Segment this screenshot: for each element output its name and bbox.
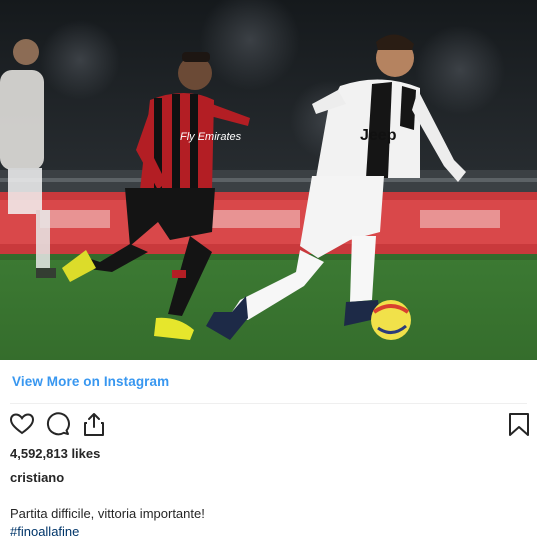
comment-icon[interactable] [45,411,71,437]
share-icon[interactable] [81,411,107,437]
post-photo[interactable]: Fly Emirates Jeep [0,0,537,360]
hashtag-link[interactable]: #finoallafine [10,524,79,539]
juventus-sponsor-text: Jeep [360,127,397,144]
divider [10,403,527,404]
match-photo-illustration: Fly Emirates Jeep [0,0,537,360]
milan-sponsor-text: Fly Emirates [180,131,242,143]
view-more-link[interactable]: View More on Instagram [12,374,169,389]
heart-icon[interactable] [9,411,35,437]
football [371,300,411,340]
username[interactable]: cristiano [10,470,64,485]
bookmark-icon[interactable] [506,411,532,437]
caption-text: Partita difficile, vittoria importante! [10,506,205,521]
likes-count[interactable]: 4,592,813 likes [10,446,100,461]
